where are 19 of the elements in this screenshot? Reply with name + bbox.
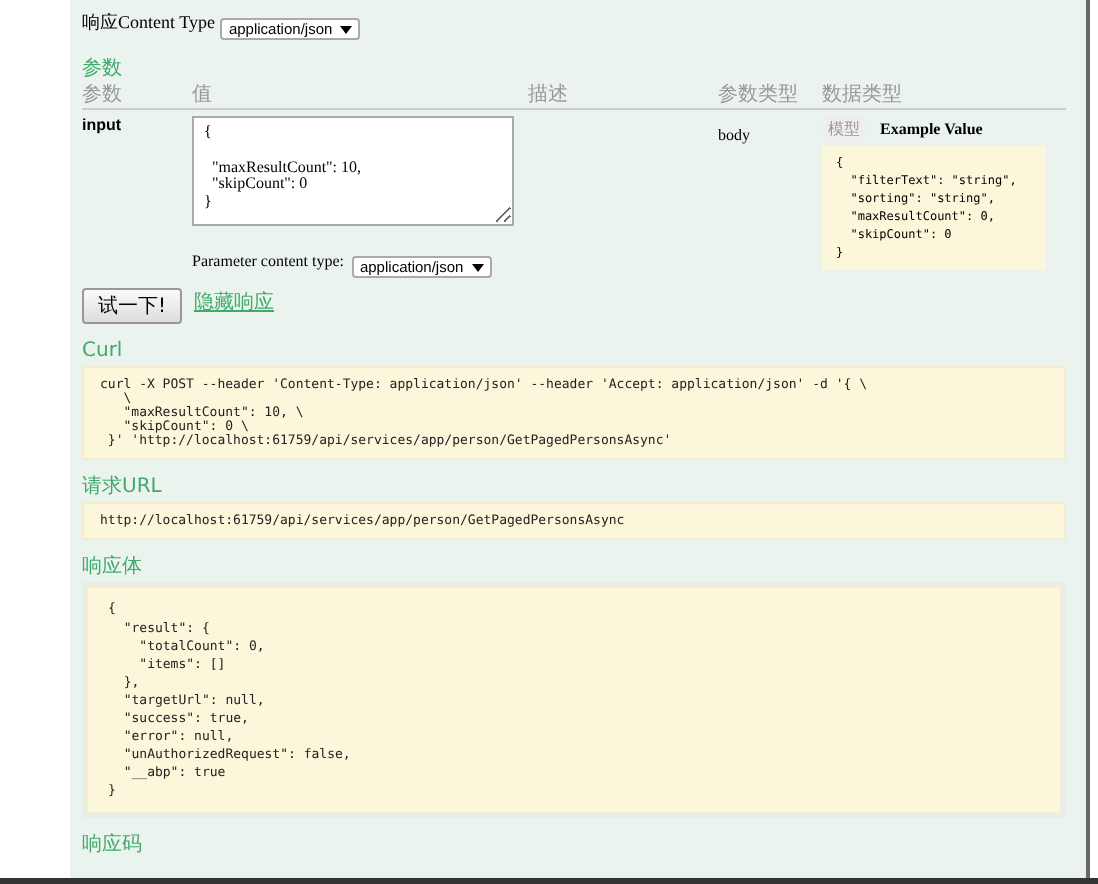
caret-icon — [471, 263, 484, 271]
parameter-type: body — [718, 124, 750, 144]
section-title: Curl — [82, 340, 123, 362]
parameter-content-type-label: Parameter content type: — [192, 252, 344, 270]
parameter-value-field[interactable]: { "maxResultCount": 10, "skipCount": 0 } — [192, 116, 514, 226]
column-header: 描述 — [528, 84, 718, 110]
try-it-button[interactable]: 试一下! — [82, 288, 183, 324]
section-title: 响应体 — [82, 556, 142, 579]
section-title: 请求URL — [82, 476, 162, 499]
section-title: 响应码 — [82, 834, 142, 857]
response-content-type-label: 响应Content Type — [82, 10, 215, 36]
section-title: 参数 — [82, 58, 122, 80]
column-header: 数据类型 — [822, 84, 1066, 110]
column-header: 参数类型 — [718, 84, 822, 110]
column-header: 值 — [192, 84, 528, 110]
parameter-name: input — [82, 114, 124, 138]
model-tab[interactable]: Example Value — [874, 118, 989, 140]
column-header: 参数 — [82, 84, 192, 110]
caret-icon — [340, 25, 353, 33]
